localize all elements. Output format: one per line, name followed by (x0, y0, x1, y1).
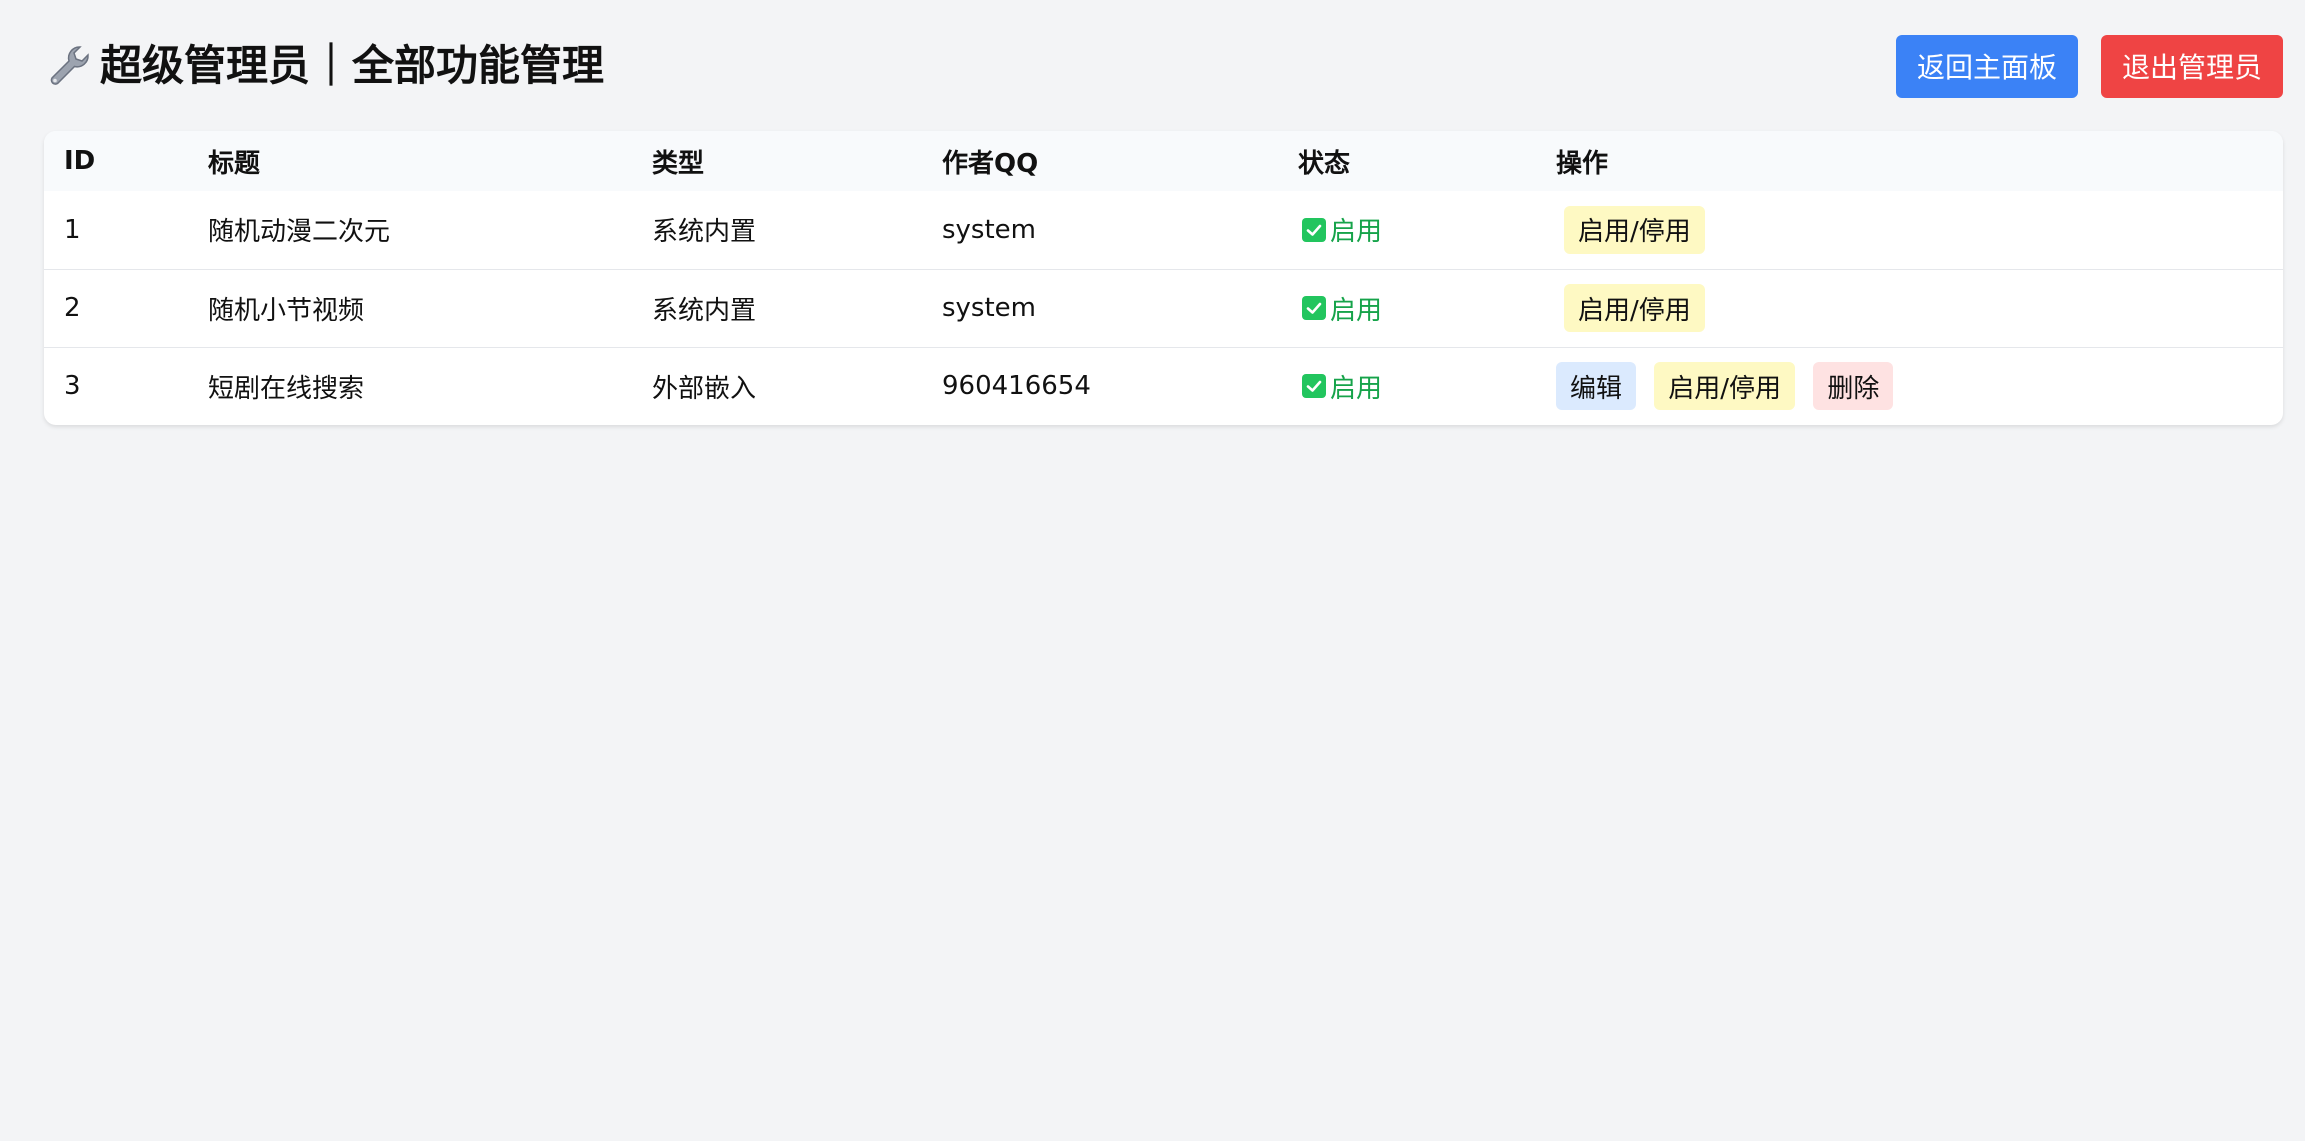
logout-admin-button[interactable]: 退出管理员 (2101, 34, 2283, 98)
cell-id: 3 (64, 371, 81, 402)
cell-status: 启用 (1278, 269, 1536, 347)
check-icon (1302, 296, 1326, 320)
status-text: 启用 (1330, 217, 1383, 248)
cell-author-qq: system (942, 293, 1036, 323)
check-icon (1302, 217, 1326, 242)
cell-id: 1 (64, 214, 81, 245)
page-title-text: 超级管理员｜全部功能管理 (100, 41, 605, 90)
edit-button[interactable]: 编辑 (1556, 362, 1637, 411)
column-header-type: 类型 (652, 148, 705, 179)
cell-type: 外部嵌入 (652, 373, 757, 404)
wrench-icon (44, 41, 94, 91)
table-row: 1 随机动漫二次元 系统内置 system 启用 启用/停用 (44, 191, 2283, 269)
column-header-actions: 操作 (1556, 148, 1609, 179)
cell-title: 随机小节视频 (208, 295, 365, 326)
toggle-button[interactable]: 启用/停用 (1654, 362, 1796, 411)
cell-type: 系统内置 (652, 295, 757, 326)
cell-author-qq: 960416654 (942, 371, 1091, 402)
delete-button[interactable]: 删除 (1813, 362, 1894, 411)
status-badge: 启用 (1298, 290, 1382, 327)
cell-status: 启用 (1278, 191, 1536, 269)
cell-id: 2 (64, 293, 81, 323)
feature-table: ID 标题 类型 作者QQ 状态 操作 1 随机动漫二次元 系统内置 syste… (44, 131, 2283, 425)
cell-title: 随机动漫二次元 (208, 217, 391, 248)
table-row: 3 短剧在线搜索 外部嵌入 960416654 启用 编辑 启用/停用 删除 (44, 347, 2283, 425)
table-header-row: ID 标题 类型 作者QQ 状态 操作 (44, 131, 2283, 191)
check-icon (1302, 374, 1326, 399)
feature-table-card: ID 标题 类型 作者QQ 状态 操作 1 随机动漫二次元 系统内置 syste… (44, 131, 2283, 425)
status-text: 启用 (1330, 373, 1383, 404)
status-badge: 启用 (1298, 368, 1382, 405)
column-header-title: 标题 (208, 148, 261, 179)
cell-title: 短剧在线搜索 (208, 373, 365, 404)
table-row: 2 随机小节视频 系统内置 system 启用 启用/停用 (44, 269, 2283, 347)
toggle-button[interactable]: 启用/停用 (1564, 284, 1705, 332)
column-header-status: 状态 (1298, 148, 1351, 179)
cell-actions: 编辑 启用/停用 删除 (1536, 347, 2283, 425)
cell-type: 系统内置 (652, 217, 757, 248)
page-title: 超级管理员｜全部功能管理 (44, 41, 604, 91)
cell-actions: 启用/停用 (1536, 191, 2283, 269)
page-header: 超级管理员｜全部功能管理 返回主面板 退出管理员 (44, 34, 2283, 98)
status-text: 启用 (1330, 295, 1383, 326)
cell-author-qq: system (942, 214, 1036, 245)
cell-status: 启用 (1278, 347, 1536, 425)
toggle-button[interactable]: 启用/停用 (1564, 205, 1705, 254)
admin-page: 超级管理员｜全部功能管理 返回主面板 退出管理员 ID 标题 类型 作者QQ 状… (0, 0, 2305, 1141)
column-header-id: ID (64, 146, 96, 176)
header-actions: 返回主面板 退出管理员 (1896, 34, 2283, 98)
status-badge: 启用 (1298, 211, 1382, 248)
column-header-author-qq: 作者QQ (942, 148, 1039, 179)
cell-actions: 启用/停用 (1536, 269, 2283, 347)
back-to-dashboard-button[interactable]: 返回主面板 (1896, 34, 2078, 98)
